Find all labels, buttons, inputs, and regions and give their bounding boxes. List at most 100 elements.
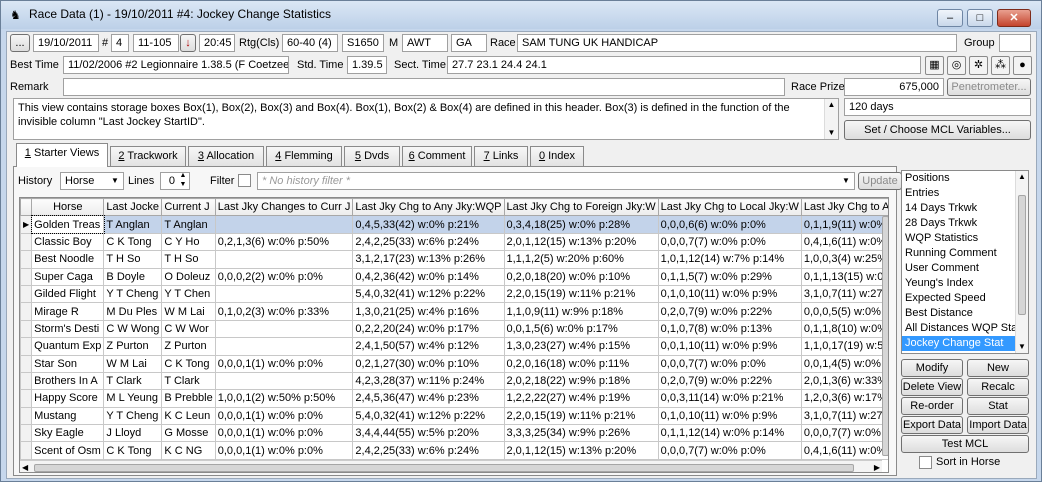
table-cell[interactable]: 0,0,0,1(1) w:0% p:0% (214, 424, 354, 443)
table-cell[interactable]: C K Tong (103, 232, 163, 252)
list-item[interactable]: Entries (902, 186, 1028, 201)
column-header[interactable]: Last Jky Chg to Foreign Jky:W (503, 198, 659, 217)
table-cell[interactable]: 0,0,0,2(2) w:0% p:0% (214, 267, 354, 286)
table-cell[interactable]: Mustang (31, 406, 105, 426)
table-cell[interactable]: 1,2,2,22(27) w:4% p:19% (503, 389, 659, 408)
grid-horizontal-scroll-thumb[interactable] (34, 464, 854, 472)
grid-horizontal-scrollbar[interactable]: ◀ ▶ (20, 460, 882, 472)
table-cell[interactable]: Sky Eagle (31, 424, 105, 443)
table-cell[interactable]: 2,0,1,12(15) w:13% p:20% (503, 232, 659, 252)
table-cell[interactable]: 0,0,1,4(5) w:0% p:20% (800, 354, 888, 373)
arrow-down-icon[interactable]: ↓ (180, 34, 196, 52)
view-list-scrollbar[interactable]: ▲ ▼ (1015, 171, 1028, 353)
history-filter-input[interactable]: * No history filter * ▼ (257, 172, 855, 190)
calculator-icon[interactable]: ▦ (925, 56, 944, 75)
column-header[interactable]: Last Jky Chg to Apprentice:W (800, 198, 888, 217)
column-header[interactable]: Last Jocke (103, 198, 163, 217)
table-cell[interactable]: 0,1,0,10(11) w:0% p:9% (657, 284, 802, 304)
table-cell[interactable]: 1,0,0,1(2) w:50% p:50% (214, 389, 354, 408)
column-header[interactable]: Last Jky Chg to Local Jky:W (657, 198, 802, 217)
table-cell[interactable]: 1,3,0,21(25) w:4% p:16% (352, 302, 505, 321)
table-cell[interactable]: 0,0,0,7(7) w:0% p:0% (657, 441, 802, 460)
scroll-up-icon[interactable]: ▲ (825, 99, 838, 111)
scroll-down-icon[interactable]: ▼ (1016, 341, 1028, 353)
table-cell[interactable] (214, 337, 354, 356)
table-cell[interactable]: 0,1,1,13(15) w:0% p:13% (800, 267, 888, 286)
table-row[interactable]: Storm's Desti C W Wong C W Wor 0,2,2,20(24)… (20, 319, 888, 339)
table-cell[interactable]: Y T Cheng (103, 284, 163, 304)
table-cell[interactable]: Super Caga (31, 267, 105, 286)
table-cell[interactable]: T Clark (161, 371, 216, 391)
surface-field[interactable]: AWT (402, 34, 448, 52)
table-cell[interactable]: 1,1,0,9(11) w:9% p:18% (503, 302, 659, 321)
row-indicator[interactable] (20, 250, 33, 269)
view-list-scroll-thumb[interactable] (1018, 195, 1026, 315)
table-cell[interactable]: K C NG (161, 441, 216, 460)
table-cell[interactable]: Mirage R (31, 302, 105, 321)
table-cell[interactable]: 1,0,0,3(4) w:25% p:25% (800, 250, 888, 269)
table-row[interactable]: Mirage RM Du Ples W M Lai 0,1,0,2(3) w:0% … (20, 302, 888, 321)
export-data-button[interactable]: Export Data (901, 416, 963, 434)
table-cell[interactable]: 0,0,1,10(11) w:0% p:9% (657, 337, 802, 356)
row-indicator[interactable] (20, 319, 33, 339)
row-indicator[interactable] (20, 284, 33, 304)
list-item[interactable]: 14 Days Trkwk (902, 201, 1028, 216)
distance-field[interactable]: S1650 (342, 34, 384, 52)
reorder-button[interactable]: Re-order (901, 397, 963, 415)
table-cell[interactable]: 0,3,4,18(25) w:0% p:28% (503, 215, 659, 234)
tab-starter-views[interactable]: 1 Starter Views (16, 143, 108, 167)
table-cell[interactable]: 3,1,0,7(11) w:27% p:36% (800, 284, 888, 304)
list-item[interactable]: All Distances WQP Stat (902, 321, 1028, 336)
list-item[interactable]: Yeung's Index (902, 276, 1028, 291)
table-cell[interactable]: 0,2,0,16(18) w:0% p:11% (503, 354, 659, 373)
table-row[interactable]: Happy Score M L Yeung B Prebble 1,0,0,1(2) … (20, 389, 888, 408)
stat-button[interactable]: Stat (967, 397, 1029, 415)
table-cell[interactable]: 0,2,1,27(30) w:0% p:10% (352, 354, 505, 373)
table-cell[interactable] (214, 319, 354, 339)
table-cell[interactable]: C W Wor (161, 319, 216, 339)
list-item[interactable]: Running Comment (902, 246, 1028, 261)
table-cell[interactable]: 0,0,0,1(1) w:0% p:0% (214, 406, 354, 426)
scroll-up-icon[interactable]: ▲ (1016, 171, 1028, 183)
table-cell[interactable]: T Anglan (103, 215, 163, 234)
table-cell[interactable]: Storm's Desti (31, 319, 105, 339)
update-button[interactable]: Update (858, 172, 902, 190)
table-cell[interactable]: 0,1,1,5(7) w:0% p:29% (657, 267, 802, 286)
list-item[interactable]: Positions (902, 171, 1028, 186)
table-cell[interactable]: 1,0,1,12(14) w:7% p:14% (657, 250, 802, 269)
table-cell[interactable]: W M Lai (161, 302, 216, 321)
table-cell[interactable]: G Mosse (161, 424, 216, 443)
table-cell[interactable]: 0,1,0,2(3) w:0% p:33% (214, 302, 354, 321)
table-cell[interactable] (214, 284, 354, 304)
table-cell[interactable]: 2,0,1,12(15) w:13% p:20% (503, 441, 659, 460)
table-cell[interactable]: W M Lai (103, 354, 163, 373)
std-time-field[interactable]: 1.39.5 (347, 56, 387, 74)
table-cell[interactable]: 3,3,3,25(34) w:9% p:26% (503, 424, 659, 443)
row-indicator[interactable] (20, 232, 33, 252)
table-cell[interactable]: 0,0,0,5(5) w:0% p:0% (800, 302, 888, 321)
table-cell[interactable]: 2,4,2,25(33) w:6% p:24% (352, 441, 505, 460)
row-indicator[interactable] (20, 441, 33, 460)
maximize-button[interactable]: □ (967, 9, 993, 27)
delete-view-button[interactable]: Delete View (901, 378, 963, 396)
table-row[interactable]: Sky Eagle J Lloyd G Mosse 0,0,0,1(1) w:0% p… (20, 424, 888, 443)
table-cell[interactable] (214, 371, 354, 391)
table-cell[interactable]: 0,4,1,6(11) w:0% p:45% (800, 441, 888, 460)
race-no-field[interactable]: 4 (111, 34, 129, 52)
best-time-field[interactable]: 11/02/2006 #2 Legionnaire 1.38.5 (F Coet… (63, 56, 289, 74)
tab-comment[interactable]: 6 Comment (402, 146, 472, 166)
table-cell[interactable]: Z Purton (161, 337, 216, 356)
list-item[interactable]: 28 Days Trkwk (902, 216, 1028, 231)
row-indicator[interactable] (20, 354, 33, 373)
table-cell[interactable]: 5,4,0,32(41) w:12% p:22% (352, 284, 505, 304)
history-select[interactable]: Horse ▼ (60, 172, 124, 190)
penetrometer-button[interactable]: Penetrometer... (947, 78, 1031, 96)
table-cell[interactable]: 0,0,0,7(7) w:0% p:0% (657, 354, 802, 373)
table-cell[interactable]: Gilded Flight (31, 284, 105, 304)
table-cell[interactable]: Y T Cheng (103, 406, 163, 426)
modify-button[interactable]: Modify (901, 359, 963, 377)
dropdown-arrow-icon[interactable]: ▼ (108, 173, 122, 189)
table-row[interactable]: Mustang Y T Cheng K C Leun 0,0,0,1(1) w:0% … (20, 406, 888, 426)
race-prize-field[interactable]: 675,000 (844, 78, 944, 96)
table-cell[interactable]: 0,2,0,7(9) w:0% p:22% (657, 371, 802, 391)
